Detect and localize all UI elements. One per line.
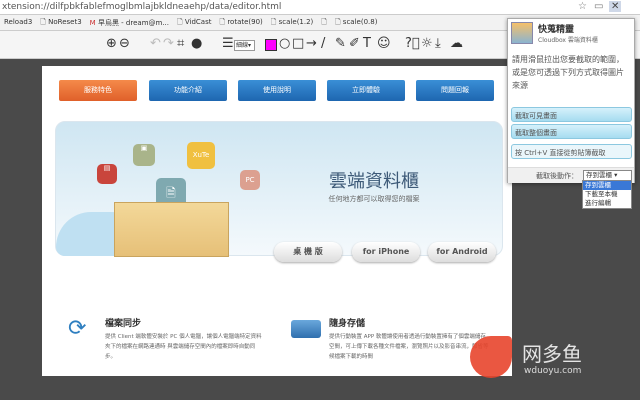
box-illustration xyxy=(114,202,229,257)
undo-icon[interactable]: ↶ xyxy=(150,37,161,51)
nav-report[interactable]: 問題回報 xyxy=(416,80,494,101)
watermark-url: wduoyu.com xyxy=(524,366,582,376)
desktop-button[interactable]: 桌 機 版 xyxy=(274,242,342,262)
android-button[interactable]: for Android xyxy=(428,242,496,262)
bookmark[interactable]: M 早烏黑 - dream@m... xyxy=(90,18,169,27)
nav-try-now[interactable]: 立即體驗 xyxy=(327,80,405,101)
watermark-text: 网多鱼 xyxy=(522,342,582,366)
popup-instructions: 請用滑鼠拉出您要截取的範圍，或是您可透過下列方式取得圖片來源 xyxy=(512,55,624,90)
storage-tray-icon xyxy=(291,320,321,338)
bookmark[interactable]: 🗋 NoReset3 xyxy=(40,18,81,27)
after-capture-label: 截取後動作： xyxy=(536,172,578,180)
blur-drop-icon[interactable]: ● xyxy=(191,37,202,51)
help-icon[interactable]: ?⃝ xyxy=(405,37,420,51)
xuite-app-icon: XuTe xyxy=(187,142,215,169)
captured-page: 服務特色 功能介紹 使用說明 立即體驗 問題回報 ▣ XuTe ▤ PC 🗎 雲… xyxy=(42,66,512,376)
lightbulb-icon[interactable]: ☼ xyxy=(421,37,433,51)
text-icon[interactable]: T xyxy=(363,37,371,51)
line-width-icon[interactable]: ☰ xyxy=(222,37,234,51)
sync-icon: ⟳ xyxy=(68,316,87,341)
image-app-icon: ▣ xyxy=(133,144,155,166)
banner-title: 雲端資料櫃 xyxy=(329,171,419,192)
bookmark[interactable]: Reload3 xyxy=(4,18,32,27)
bookmark[interactable]: 🗋 scale(1.2) xyxy=(271,18,314,27)
color-picker[interactable] xyxy=(265,39,277,51)
video-app-icon: ▤ xyxy=(97,164,117,184)
bookmark[interactable]: 🗋 scale(0.8) xyxy=(335,18,378,27)
zoom-out-icon[interactable]: ⊖ xyxy=(119,37,130,51)
emoji-icon[interactable]: ☺ xyxy=(377,37,391,51)
option-download[interactable]: 下載至本機 xyxy=(583,190,631,199)
zoom-in-icon[interactable]: ⊕ xyxy=(106,37,117,51)
extension-popup: 快蒐精靈 Cloudbox 雲端資料櫃 請用滑鼠拉出您要截取的範圍，或是您可透過… xyxy=(507,18,635,183)
option-save-cloud[interactable]: 存到雲櫃 xyxy=(583,181,631,190)
capture-visible-button[interactable]: 截取可見畫面 xyxy=(511,107,632,122)
watermark: 网多鱼 wduoyu.com xyxy=(462,328,640,400)
nav-functions[interactable]: 功能介紹 xyxy=(149,80,227,101)
highlighter-icon[interactable]: ✐ xyxy=(349,37,360,51)
nav-features[interactable]: 服務特色 xyxy=(59,80,137,101)
bookmark[interactable]: 🗋 xyxy=(321,18,327,27)
pen-icon[interactable]: ✎ xyxy=(335,37,346,51)
star-icon[interactable]: ☆ xyxy=(578,1,587,12)
redo-icon[interactable]: ↷ xyxy=(163,37,174,51)
after-capture-dropdown: 存到雲櫃 下載至本機 進行編輯 xyxy=(582,180,632,209)
iphone-button[interactable]: for iPhone xyxy=(352,242,420,262)
crop-icon[interactable]: ⌗ xyxy=(177,37,184,51)
feature-sync: 檔案同步 提供 Client 端軟體安裝於 PC 個人電腦，讓個人電腦端特定資料夾… xyxy=(105,319,262,360)
extension-icon[interactable]: ✕ xyxy=(609,1,622,12)
url-text: xtension://dilfpbkfablefmoglbmlajbkldnea… xyxy=(2,2,282,12)
rectangle-icon[interactable]: □ xyxy=(292,37,304,51)
line-icon[interactable]: / xyxy=(321,37,325,51)
window-icon[interactable]: ▭ xyxy=(594,1,603,12)
cloudbox-logo-icon xyxy=(511,22,533,44)
banner-subtitle: 任何地方都可以取得您的檔案 xyxy=(328,195,420,203)
nav-guide[interactable]: 使用說明 xyxy=(238,80,316,101)
pc-app-icon: PC xyxy=(240,170,260,190)
paste-capture-button[interactable]: 按 Ctrl+V 直接從剪貼簿截取 xyxy=(511,144,632,159)
download-icon[interactable]: ⤓ xyxy=(435,37,441,51)
cloud-upload-icon[interactable]: ☁ xyxy=(450,37,463,51)
bookmark[interactable]: 🗋 VidCast xyxy=(177,18,211,27)
hero-banner: ▣ XuTe ▤ PC 🗎 雲端資料櫃 任何地方都可以取得您的檔案 桌 機 版 … xyxy=(55,121,503,262)
fish-logo-icon xyxy=(470,336,512,378)
arrow-icon[interactable]: → xyxy=(306,37,317,51)
bookmark[interactable]: 🗋 rotate(90) xyxy=(219,18,262,27)
line-style-select[interactable]: 細線▾ xyxy=(234,40,255,51)
capture-full-button[interactable]: 截取整個畫面 xyxy=(511,124,632,139)
option-edit[interactable]: 進行編輯 xyxy=(583,199,631,208)
address-bar[interactable]: xtension://dilfpbkfablefmoglbmlajbkldnea… xyxy=(0,0,640,15)
popup-subtitle: Cloudbox 雲端資料櫃 xyxy=(538,37,598,44)
circle-icon[interactable]: ○ xyxy=(279,37,290,51)
popup-title: 快蒐精靈 xyxy=(538,25,575,35)
